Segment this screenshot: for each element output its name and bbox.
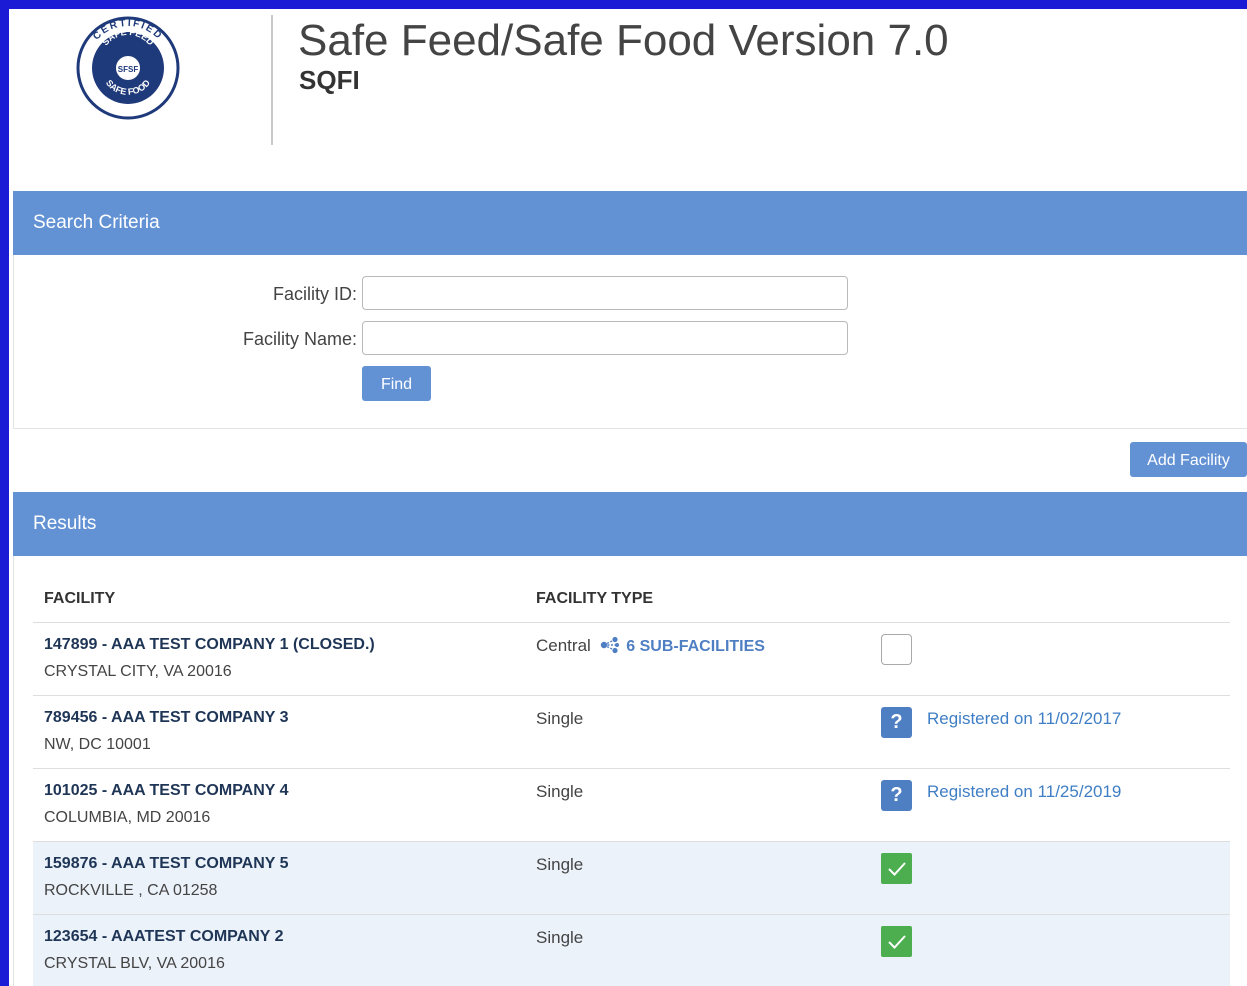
question-icon[interactable]: ?	[881, 707, 912, 738]
facility-address: CRYSTAL CITY, VA 20016	[44, 663, 232, 680]
table-row: 101025 - AAA TEST COMPANY 4 COLUMBIA, MD…	[33, 769, 1230, 841]
facility-name-input[interactable]	[362, 321, 848, 355]
facility-type: Single	[536, 855, 584, 874]
facility-name[interactable]: 101025 - AAA TEST COMPANY 4	[44, 782, 289, 800]
facility-address: COLUMBIA, MD 20016	[44, 809, 211, 826]
registered-link[interactable]: Registered on 11/25/2019	[927, 782, 1121, 802]
status-checkbox[interactable]	[881, 634, 912, 665]
registered-link[interactable]: Registered on 11/02/2017	[927, 709, 1121, 729]
results-title: Results	[33, 513, 97, 534]
table-row: 789456 - AAA TEST COMPANY 3 NW, DC 10001…	[33, 696, 1230, 768]
facility-name-label: Facility Name:	[242, 329, 357, 349]
facility-type: Single	[536, 782, 584, 801]
add-facility-button[interactable]: Add Facility	[1130, 442, 1247, 477]
svg-text:SFSF: SFSF	[118, 65, 139, 74]
column-header-facility-type: FACILITY TYPE	[536, 590, 654, 607]
facility-type: Single	[536, 928, 584, 947]
facility-name[interactable]: 159876 - AAA TEST COMPANY 5	[44, 855, 289, 873]
search-criteria-title: Search Criteria	[33, 212, 160, 233]
checkmark-icon[interactable]	[881, 853, 912, 884]
facility-address: CRYSTAL BLV, VA 20016	[44, 955, 225, 972]
page: CERTIFIED FACILITY SAFE FEED SAFE FOOD S…	[9, 9, 1247, 986]
column-header-facility: FACILITY	[44, 590, 116, 607]
facility-type-label: Central	[536, 636, 591, 655]
results-header: Results	[13, 492, 1247, 556]
header-divider	[271, 15, 273, 145]
sfsf-logo: CERTIFIED FACILITY SAFE FEED SAFE FOOD S…	[73, 12, 183, 122]
table-row: 123654 - AAATEST COMPANY 2 CRYSTAL BLV, …	[33, 915, 1230, 986]
facility-address: NW, DC 10001	[44, 736, 151, 753]
table-row: 147899 - AAA TEST COMPANY 1 (CLOSED.) CR…	[33, 623, 1230, 695]
question-icon[interactable]: ?	[881, 780, 912, 811]
facility-name[interactable]: 789456 - AAA TEST COMPANY 3	[44, 709, 289, 727]
table-row: 159876 - AAA TEST COMPANY 5 ROCKVILLE , …	[33, 842, 1230, 914]
checkmark-icon[interactable]	[881, 926, 912, 957]
facility-address: ROCKVILLE , CA 01258	[44, 882, 218, 899]
find-button[interactable]: Find	[362, 366, 431, 401]
facility-name[interactable]: 123654 - AAATEST COMPANY 2	[44, 928, 283, 946]
search-criteria-header: Search Criteria	[13, 191, 1247, 255]
page-subtitle: SQFI	[299, 65, 360, 95]
facility-name[interactable]: 147899 - AAA TEST COMPANY 1 (CLOSED.)	[44, 636, 375, 654]
window-frame-top	[0, 0, 1247, 9]
sub-facilities-link[interactable]: 6 SUB-FACILITIES	[626, 638, 765, 655]
window-frame-left	[0, 0, 9, 986]
sub-facilities-icon	[600, 636, 620, 659]
facility-id-input[interactable]	[362, 276, 848, 310]
page-title: Safe Feed/Safe Food Version 7.0	[298, 16, 949, 65]
facility-id-label: Facility ID:	[272, 284, 357, 304]
facility-type: Central 6 SUB-FACILITIES	[536, 636, 765, 659]
facility-type: Single	[536, 709, 584, 728]
